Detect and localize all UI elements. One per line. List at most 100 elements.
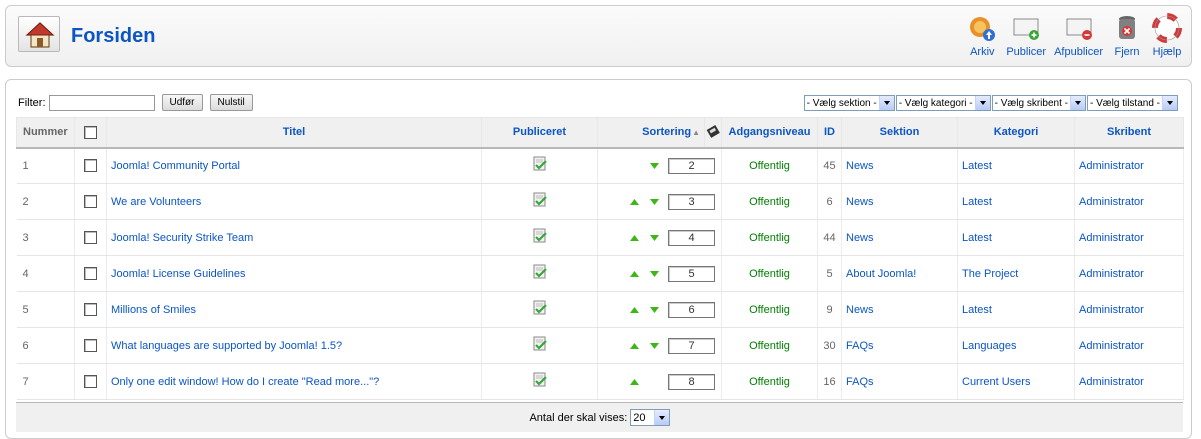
col-access[interactable]: Adgangsniveau xyxy=(721,117,818,149)
section-link[interactable]: News xyxy=(846,160,874,172)
article-title-link[interactable]: What languages are supported by Joomla! … xyxy=(111,340,342,352)
order-input[interactable]: 5 xyxy=(668,265,715,282)
row-checkbox[interactable] xyxy=(84,375,97,388)
row-published[interactable] xyxy=(481,327,598,364)
move-up-icon[interactable] xyxy=(624,198,644,205)
article-title-link[interactable]: Joomla! License Guidelines xyxy=(111,268,246,280)
col-author[interactable]: Skribent xyxy=(1074,117,1184,149)
move-down-icon[interactable] xyxy=(644,198,664,205)
author-link[interactable]: Administrator xyxy=(1079,196,1144,208)
article-title-link[interactable]: Only one edit window! How do I create "R… xyxy=(111,376,379,388)
access-level-link[interactable]: Offentlig xyxy=(749,196,790,208)
move-up-icon[interactable] xyxy=(624,306,644,313)
row-checkbox[interactable] xyxy=(84,231,97,244)
section-link[interactable]: News xyxy=(846,304,874,316)
limit-select[interactable]: 20 xyxy=(630,409,670,426)
save-order-icon[interactable] xyxy=(706,124,720,138)
access-level-link[interactable]: Offentlig xyxy=(749,340,790,352)
order-input[interactable]: 4 xyxy=(668,229,715,246)
category-select[interactable]: - Vælg kategori - xyxy=(895,95,991,111)
access-level-link[interactable]: Offentlig xyxy=(749,160,790,172)
order-input[interactable]: 6 xyxy=(668,301,715,318)
row-select[interactable] xyxy=(74,183,107,220)
section-link[interactable]: FAQs xyxy=(846,340,874,352)
row-published[interactable] xyxy=(481,147,598,184)
article-title-link[interactable]: Joomla! Community Portal xyxy=(111,160,240,172)
move-down-icon[interactable] xyxy=(644,234,664,241)
toolbar-button-publish[interactable]: Publicer xyxy=(1002,12,1050,58)
section-link[interactable]: News xyxy=(846,196,874,208)
toolbar-button-archive[interactable]: Arkiv xyxy=(962,12,1002,58)
row-published[interactable] xyxy=(481,291,598,328)
published-check-icon[interactable] xyxy=(532,192,548,211)
published-check-icon[interactable] xyxy=(532,264,548,283)
row-published[interactable] xyxy=(481,255,598,292)
category-link[interactable]: Latest xyxy=(962,232,992,244)
col-title[interactable]: Titel xyxy=(106,117,482,149)
col-ordering[interactable]: Sortering▲ xyxy=(597,117,705,149)
author-link[interactable]: Administrator xyxy=(1079,268,1144,280)
section-link[interactable]: FAQs xyxy=(846,376,874,388)
article-title-link[interactable]: Joomla! Security Strike Team xyxy=(111,232,253,244)
row-select[interactable] xyxy=(74,219,107,256)
access-level-link[interactable]: Offentlig xyxy=(749,232,790,244)
filter-go-button[interactable]: Udfør xyxy=(161,94,203,111)
state-select[interactable]: - Vælg tilstand - xyxy=(1086,95,1178,111)
row-published[interactable] xyxy=(481,183,598,220)
article-title-link[interactable]: Millions of Smiles xyxy=(111,304,196,316)
section-link[interactable]: About Joomla! xyxy=(846,268,916,280)
select-all-checkbox[interactable] xyxy=(84,125,97,139)
access-level-link[interactable]: Offentlig xyxy=(749,268,790,280)
col-id[interactable]: ID xyxy=(817,117,842,149)
col-select-all[interactable] xyxy=(74,117,107,149)
row-checkbox[interactable] xyxy=(84,303,97,316)
order-input[interactable]: 7 xyxy=(668,337,715,354)
author-link[interactable]: Administrator xyxy=(1079,376,1144,388)
row-published[interactable] xyxy=(481,363,598,400)
category-link[interactable]: Latest xyxy=(962,160,992,172)
toolbar-button-help[interactable]: Hjælp xyxy=(1147,12,1187,58)
published-check-icon[interactable] xyxy=(532,336,548,355)
access-level-link[interactable]: Offentlig xyxy=(749,376,790,388)
row-checkbox[interactable] xyxy=(84,339,97,352)
access-level-link[interactable]: Offentlig xyxy=(749,304,790,316)
row-published[interactable] xyxy=(481,219,598,256)
filter-input[interactable] xyxy=(48,94,155,111)
toolbar-button-trash[interactable]: Fjern xyxy=(1107,12,1147,58)
row-checkbox[interactable] xyxy=(84,267,97,280)
row-select[interactable] xyxy=(74,327,107,364)
col-published[interactable]: Publiceret xyxy=(481,117,598,149)
author-select[interactable]: - Vælg skribent - xyxy=(991,95,1086,111)
move-down-icon[interactable] xyxy=(644,306,664,313)
section-link[interactable]: News xyxy=(846,232,874,244)
row-select[interactable] xyxy=(74,291,107,328)
section-select[interactable]: - Vælg sektion - xyxy=(803,95,895,111)
author-link[interactable]: Administrator xyxy=(1079,340,1144,352)
col-section[interactable]: Sektion xyxy=(841,117,958,149)
published-check-icon[interactable] xyxy=(532,372,548,391)
category-link[interactable]: The Project xyxy=(962,268,1018,280)
category-link[interactable]: Latest xyxy=(962,196,992,208)
article-title-link[interactable]: We are Volunteers xyxy=(111,196,201,208)
move-down-icon[interactable] xyxy=(644,342,664,349)
move-down-icon[interactable] xyxy=(644,162,664,169)
author-link[interactable]: Administrator xyxy=(1079,304,1144,316)
col-category[interactable]: Kategori xyxy=(957,117,1075,149)
published-check-icon[interactable] xyxy=(532,300,548,319)
category-link[interactable]: Current Users xyxy=(962,376,1030,388)
toolbar-button-unpublish[interactable]: Afpublicer xyxy=(1050,12,1107,58)
category-link[interactable]: Latest xyxy=(962,304,992,316)
row-select[interactable] xyxy=(74,363,107,400)
category-link[interactable]: Languages xyxy=(962,340,1016,352)
row-checkbox[interactable] xyxy=(84,159,97,173)
move-down-icon[interactable] xyxy=(644,270,664,277)
order-input[interactable]: 3 xyxy=(668,193,715,210)
move-up-icon[interactable] xyxy=(624,342,644,349)
author-link[interactable]: Administrator xyxy=(1079,232,1144,244)
row-checkbox[interactable] xyxy=(84,195,97,208)
order-input[interactable]: 8 xyxy=(668,373,715,390)
move-up-icon[interactable] xyxy=(624,270,644,277)
col-save-order[interactable] xyxy=(704,117,722,149)
published-check-icon[interactable] xyxy=(532,228,548,247)
move-up-icon[interactable] xyxy=(624,378,644,385)
